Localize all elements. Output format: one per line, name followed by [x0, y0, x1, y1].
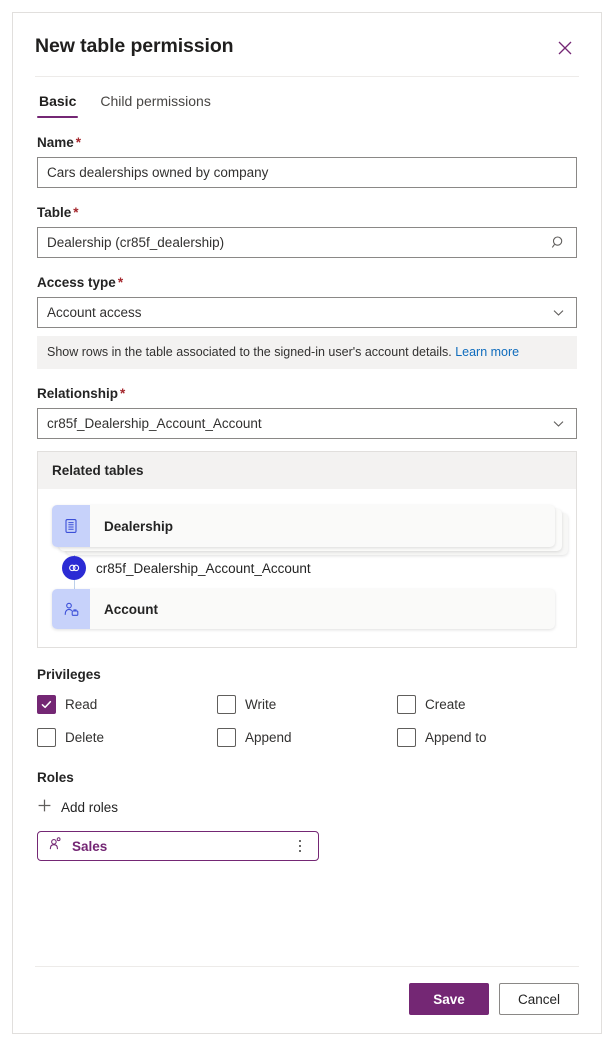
privileges-grid: Read Write Create Delete Append Append t… [37, 695, 577, 747]
related-tables-panel: Related tables Dealership cr85f_Dealersh… [37, 451, 577, 648]
access-type-label: Access type * [37, 275, 124, 290]
add-roles-button[interactable]: Add roles [37, 796, 118, 818]
required-asterisk: * [120, 386, 126, 401]
privilege-append-to-label: Append to [425, 730, 487, 745]
table-input[interactable]: Dealership (cr85f_dealership) [37, 227, 577, 258]
table-icon [52, 505, 90, 547]
dialog-header: New table permission [13, 13, 601, 62]
field-name: Name * Cars dealerships owned by company [37, 134, 577, 188]
relationship-value: cr85f_Dealership_Account_Account [47, 416, 262, 431]
privilege-create-label: Create [425, 697, 466, 712]
field-table: Table * Dealership (cr85f_dealership) [37, 204, 577, 258]
access-type-select[interactable]: Account access [37, 297, 577, 328]
role-chip-label: Sales [72, 838, 108, 854]
field-relationship: Relationship * cr85f_Dealership_Account_A… [37, 385, 577, 439]
name-label: Name * [37, 135, 82, 150]
roles-section: Roles Add roles Sales [37, 769, 577, 861]
related-target-label: Account [104, 601, 158, 617]
privilege-append-label: Append [245, 730, 292, 745]
tab-bar: Basic Child permissions [13, 77, 601, 120]
close-icon [558, 41, 572, 55]
privilege-delete[interactable]: Delete [37, 728, 217, 747]
privileges-section: Privileges Read Write Create Delete Appe… [37, 666, 577, 747]
checkbox-append[interactable] [217, 728, 236, 747]
person-icon [48, 836, 63, 856]
related-source-label: Dealership [104, 518, 174, 534]
related-tables-header: Related tables [38, 452, 576, 489]
related-source-node[interactable]: Dealership [52, 505, 568, 555]
roles-label: Roles [37, 770, 74, 785]
dialog-footer: Save Cancel [13, 967, 601, 1033]
new-table-permission-dialog: New table permission Basic Child permiss… [12, 12, 602, 1034]
checkbox-create[interactable] [397, 695, 416, 714]
account-icon [52, 589, 90, 629]
checkbox-read[interactable] [37, 695, 56, 714]
privilege-read[interactable]: Read [37, 695, 217, 714]
more-dot [298, 839, 302, 843]
chevron-down-icon[interactable] [549, 304, 567, 322]
access-type-value: Account access [47, 305, 142, 320]
required-asterisk: * [117, 275, 124, 290]
privilege-write[interactable]: Write [217, 695, 397, 714]
save-button[interactable]: Save [409, 983, 489, 1015]
dialog-body: Name * Cars dealerships owned by company … [13, 120, 601, 966]
more-dot [298, 849, 302, 853]
privilege-read-label: Read [65, 697, 98, 712]
more-vertical-icon[interactable] [292, 836, 308, 856]
tab-basic[interactable]: Basic [37, 90, 79, 120]
privileges-label: Privileges [37, 667, 101, 682]
privilege-create[interactable]: Create [397, 695, 577, 714]
cancel-button[interactable]: Cancel [499, 983, 579, 1015]
name-input[interactable]: Cars dealerships owned by company [37, 157, 577, 188]
required-asterisk: * [73, 205, 79, 220]
relationship-label: Relationship * [37, 386, 126, 401]
checkbox-delete[interactable] [37, 728, 56, 747]
table-input-value: Dealership (cr85f_dealership) [47, 235, 225, 250]
related-relationship-node[interactable]: cr85f_Dealership_Account_Account [52, 556, 562, 580]
learn-more-link[interactable]: Learn more [455, 345, 519, 359]
field-access-type: Access type * Account access Show rows in… [37, 274, 577, 369]
privilege-append-to[interactable]: Append to [397, 728, 577, 747]
chevron-down-icon[interactable] [549, 415, 567, 433]
search-icon[interactable] [549, 234, 567, 252]
page-title: New table permission [35, 35, 234, 57]
related-target-node[interactable]: Account [52, 589, 562, 629]
name-input-value: Cars dealerships owned by company [47, 165, 269, 180]
close-button[interactable] [551, 34, 579, 62]
privilege-delete-label: Delete [65, 730, 105, 745]
privilege-write-label: Write [245, 697, 277, 712]
access-type-hint: Show rows in the table associated to the… [37, 336, 577, 369]
privilege-append[interactable]: Append [217, 728, 397, 747]
plus-icon [37, 798, 52, 816]
access-type-hint-text: Show rows in the table associated to the… [47, 345, 452, 359]
checkbox-write[interactable] [217, 695, 236, 714]
required-asterisk: * [75, 135, 82, 150]
relationship-select[interactable]: cr85f_Dealership_Account_Account [37, 408, 577, 439]
related-tables-diagram: Dealership cr85f_Dealership_Account_Acco… [38, 489, 576, 647]
add-roles-label: Add roles [61, 799, 119, 815]
role-chip-sales[interactable]: Sales [37, 831, 319, 861]
checkbox-append-to[interactable] [397, 728, 416, 747]
related-relationship-label: cr85f_Dealership_Account_Account [96, 560, 311, 576]
link-icon [62, 556, 86, 580]
more-dot [298, 844, 302, 848]
table-label: Table * [37, 205, 79, 220]
tab-child-permissions[interactable]: Child permissions [98, 90, 212, 120]
